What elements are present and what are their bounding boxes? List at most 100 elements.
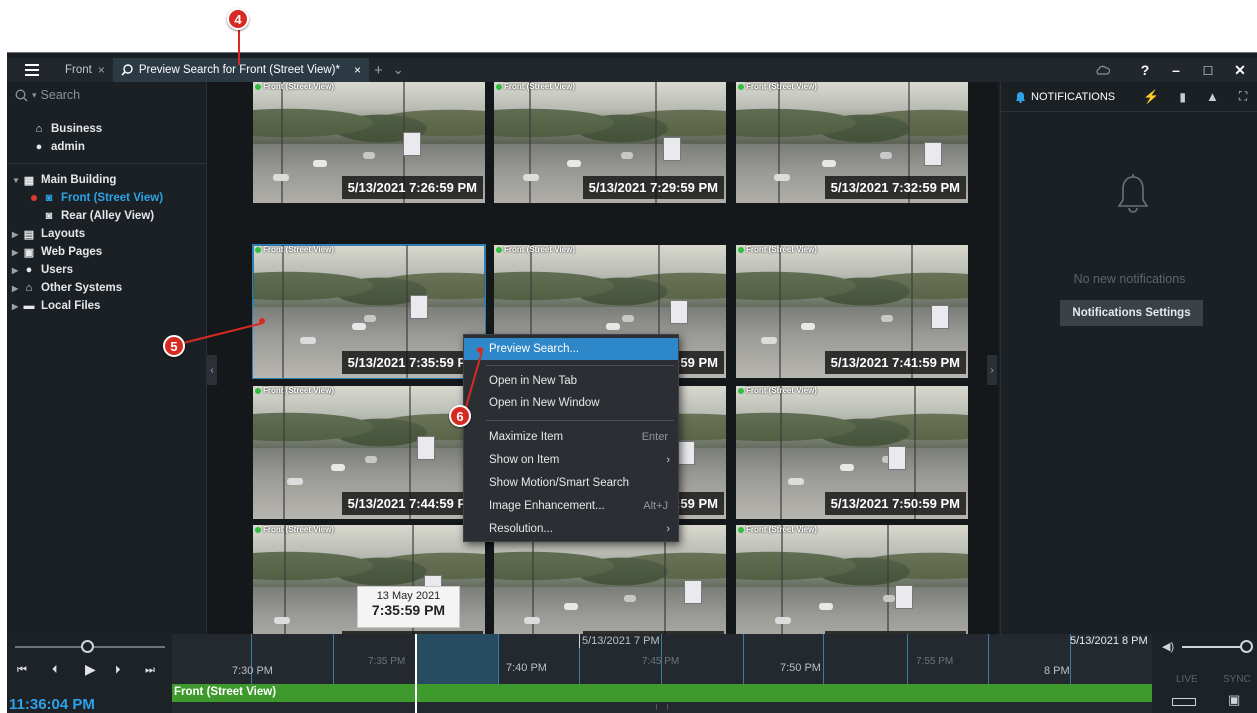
collapse-right-panel-handle[interactable]: › [987, 355, 997, 385]
timeline-scroll-handle[interactable] [656, 704, 668, 710]
camera-tile-label: Front (Street View) [738, 82, 817, 91]
close-icon[interactable]: × [98, 63, 105, 77]
camera-tile-label: Front (Street View) [255, 386, 334, 395]
search-placeholder: Search [40, 88, 81, 102]
maximize-button[interactable]: □ [1191, 58, 1225, 82]
timeline-major-label: 8 PM [1044, 665, 1070, 677]
add-tab-icon[interactable]: + [369, 62, 388, 79]
menu-item-open-new-tab[interactable]: Open in New Tab [464, 370, 678, 392]
tree-item-front-camera-label: Front (Street View) [61, 192, 164, 204]
cloud-icon[interactable] [1085, 58, 1119, 82]
timeline-hour-label: 5/13/2021 7 PM [582, 635, 660, 647]
tick [579, 634, 580, 648]
tab-menu-icon[interactable]: ⌄ [388, 62, 409, 78]
volume-icon[interactable]: ◀) [1162, 640, 1174, 653]
tree-item-web-pages[interactable]: ▶ ▣ Web Pages [12, 243, 102, 261]
status-dot-icon [496, 83, 502, 90]
scene-trees [253, 90, 485, 145]
live-button[interactable]: LIVE [1176, 674, 1198, 685]
timeline-major-label: 7:50 PM [780, 662, 821, 674]
camera-tile[interactable]: Front (Street View) 5/13/2021 7:32:59 PM [736, 82, 968, 203]
camera-tile[interactable]: Front (Street View) 5/13/2021 7:26:59 PM [253, 82, 485, 203]
tick [498, 634, 499, 684]
scene-car [300, 337, 316, 344]
timeline-minor-label: 7:45 PM [642, 656, 680, 667]
camera-tile[interactable]: Front (Street View) 5/13/2021 7:41:59 PM [736, 245, 968, 378]
menu-item-maximize[interactable]: Maximize Item Enter [464, 426, 678, 448]
callout-6: 6 [449, 405, 471, 427]
search-box[interactable]: ▾ Search [15, 88, 80, 102]
volume-slider[interactable] [1182, 646, 1242, 648]
scene-car [775, 617, 791, 624]
tree-item-main-building[interactable]: ▼ ▦ Main Building [12, 171, 116, 189]
skip-back-icon[interactable]: ⏮ [17, 664, 27, 677]
motion-icon[interactable]: ⚡ [1133, 82, 1169, 112]
tick [907, 634, 908, 684]
warning-icon[interactable]: ▲ [1196, 82, 1229, 112]
camera-tile[interactable]: Front (Street View) 5/13/2021 7:35:59 PM [252, 244, 486, 379]
timeline-track[interactable]: 5/13/2021 7 PM 5/13/2021 8 PM 7:35 PM 7:… [172, 634, 1152, 713]
menu-item-resolution[interactable]: Resolution... › [464, 518, 678, 540]
analytics-icon[interactable]: ⛶ [1229, 82, 1257, 112]
camera-tile[interactable]: Front (Street View) 5/13/2021 7:29:59 PM [494, 82, 726, 203]
playhead[interactable] [415, 634, 417, 713]
volume-slider-handle[interactable] [1240, 640, 1253, 653]
minimize-button[interactable]: – [1159, 58, 1193, 82]
menu-separator [486, 365, 674, 366]
scene-pole [282, 245, 284, 378]
tab-notifications[interactable]: NOTIFICATIONS [1001, 82, 1125, 112]
tree-item-layouts[interactable]: ▶ ▤ Layouts [12, 225, 85, 243]
step-forward-icon[interactable]: ⏵ [115, 664, 121, 677]
scene-truck [888, 446, 906, 470]
bookmark-icon[interactable]: ▮ [1169, 82, 1196, 112]
tree-item-users[interactable]: ▶ ● Users [12, 261, 73, 279]
tree-item-rear-camera[interactable]: ◙ Rear (Alley View) [42, 207, 154, 225]
status-dot-icon [738, 246, 744, 253]
play-icon[interactable]: ▶ [85, 661, 96, 678]
menu-item-open-new-window[interactable]: Open in New Window [464, 392, 678, 414]
status-dot-icon [255, 387, 261, 394]
collapse-left-panel-handle[interactable]: ‹ [207, 355, 217, 385]
camera-icon: ◙ [45, 192, 53, 204]
tab-front[interactable]: Front × [57, 58, 113, 82]
collapsed-arrow-icon: ▶ [12, 283, 19, 293]
menu-item-label: Maximize Item [489, 431, 564, 443]
tree-item-other-systems-label: Other Systems [41, 282, 123, 294]
menu-item-image-enhancement[interactable]: Image Enhancement... Alt+J [464, 495, 678, 517]
camera-tile[interactable]: Front (Street View) 5/13/2021 7:44:59 PM [253, 386, 485, 519]
skip-forward-icon[interactable]: ⏭ [145, 664, 155, 677]
bell-icon [1117, 174, 1149, 213]
main-menu-button[interactable] [7, 58, 57, 82]
tree-item-business[interactable]: ⌂ Business [32, 120, 102, 138]
timeline-layout-icon[interactable] [1172, 698, 1196, 706]
scene-truck [895, 585, 913, 609]
scene-car [313, 160, 327, 167]
speed-slider-handle[interactable] [81, 640, 94, 653]
close-icon[interactable]: × [354, 63, 361, 77]
scene-pole [529, 82, 531, 203]
tab-preview-search[interactable]: Preview Search for Front (Street View)* … [112, 58, 369, 82]
callout-4-line [238, 30, 240, 65]
close-button[interactable]: ✕ [1223, 58, 1257, 82]
scene-car [331, 464, 345, 471]
camera-tile[interactable]: Front (Street View) 5/13/2021 7:50:59 PM [736, 386, 968, 519]
tree-item-local-files[interactable]: ▶ ▬ Local Files [12, 297, 100, 315]
tab-front-label: Front [65, 64, 92, 76]
collapsed-arrow-icon: ▶ [12, 247, 19, 257]
menu-item-label: Open in New Window [489, 397, 600, 409]
calendar-icon[interactable]: ▣ [1228, 692, 1240, 708]
menu-item-show-motion[interactable]: Show Motion/Smart Search [464, 472, 678, 494]
notifications-settings-button[interactable]: Notifications Settings [1060, 300, 1203, 326]
step-back-icon[interactable]: ⏴ [52, 664, 58, 677]
tree-item-admin[interactable]: ● admin [32, 138, 85, 156]
menu-item-show-on-item[interactable]: Show on Item › [464, 449, 678, 471]
sync-button[interactable]: SYNC [1223, 674, 1251, 685]
tick [823, 634, 824, 684]
timestamp-tooltip: 13 May 2021 7:35:59 PM [357, 586, 460, 628]
scene-car [606, 323, 620, 330]
help-button[interactable]: ? [1128, 58, 1162, 82]
tree-item-other-systems[interactable]: ▶ ⌂ Other Systems [12, 279, 122, 297]
tree-item-front-camera[interactable]: ◙ Front (Street View) [31, 189, 163, 207]
recording-track[interactable]: Front (Street View) [172, 684, 1152, 702]
menu-item-preview-search[interactable]: Preview Search... [464, 338, 678, 360]
